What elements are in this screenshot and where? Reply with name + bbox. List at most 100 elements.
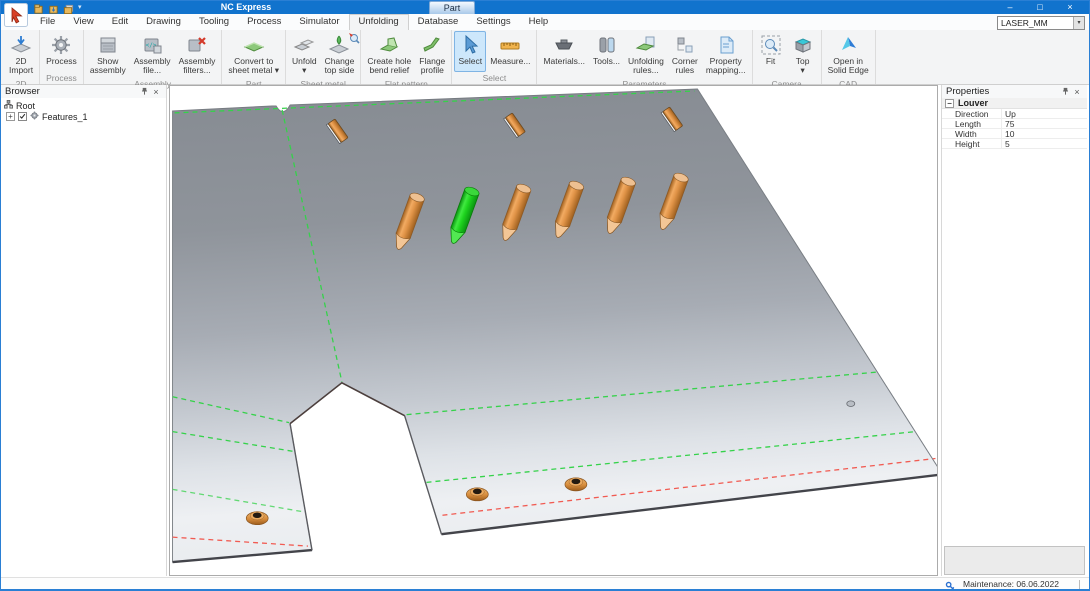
import-2d-icon [9, 33, 33, 57]
pin-icon[interactable] [1059, 86, 1071, 97]
close-icon[interactable]: × [1071, 86, 1083, 97]
menu-file[interactable]: File [31, 14, 64, 30]
round-hole[interactable] [847, 401, 855, 407]
ribbon-button-label: Measure... [490, 57, 530, 66]
ribbon-group-camera: FitTop▾Camera [753, 30, 822, 84]
ribbon-button-label: Select [458, 57, 482, 66]
menu-process[interactable]: Process [238, 14, 290, 30]
grommet[interactable] [565, 478, 587, 491]
assembly-file-button[interactable]: </>Assemblyfile... [130, 31, 175, 78]
menu-view[interactable]: View [64, 14, 102, 30]
viewport-3d[interactable] [169, 85, 938, 576]
open-in-solid-edge-button[interactable]: Open inSolid Edge [824, 31, 873, 78]
materials-button[interactable]: Materials... [539, 31, 589, 78]
quick-access-overflow-icon[interactable]: ▾ [78, 2, 82, 13]
property-label: Width [942, 129, 1001, 138]
browser-panel: Browser × Root+ Features_1 [1, 85, 167, 576]
assembly-filters-button[interactable]: Assemblyfilters... [175, 31, 220, 78]
property-label: Height [942, 139, 1001, 148]
corner-rules-button[interactable]: Cornerrules [668, 31, 702, 78]
pin-icon[interactable] [138, 86, 150, 97]
document-tab-part[interactable]: Part [429, 1, 475, 14]
menu-database[interactable]: Database [409, 14, 468, 30]
property-group-louver[interactable]: − Louver [942, 98, 1087, 109]
menu-unfolding[interactable]: Unfolding [349, 14, 409, 30]
unfolding-rules-button[interactable]: Unfoldingrules... [624, 31, 668, 78]
ribbon-button-label: Changetop side [325, 57, 355, 76]
ribbon-button-label: Unfold▾ [292, 57, 317, 76]
chevron-down-icon[interactable]: ▾ [1073, 17, 1084, 29]
properties-panel-header: Properties × [942, 85, 1087, 98]
menu-help[interactable]: Help [520, 14, 558, 30]
menu-tooling[interactable]: Tooling [190, 14, 238, 30]
property-mapping-icon [714, 33, 738, 57]
measure-button[interactable]: Measure... [486, 31, 534, 72]
close-icon[interactable]: × [150, 86, 162, 97]
expander-icon[interactable]: + [6, 112, 15, 121]
process-button[interactable]: Process [42, 31, 81, 72]
close-button[interactable]: × [1055, 1, 1085, 14]
statusbar-separator [1079, 580, 1080, 589]
tools-button[interactable]: Tools... [589, 31, 624, 78]
property-mapping-button[interactable]: Propertymapping... [702, 31, 750, 78]
save-all-icon[interactable] [63, 2, 74, 13]
grommet[interactable] [246, 512, 268, 525]
hole-relief-icon [377, 33, 401, 57]
unfold-button[interactable]: Unfold▾ [288, 31, 321, 78]
technology-selector[interactable]: LASER_MM ▾ [997, 16, 1085, 30]
property-row-length[interactable]: Length75 [942, 119, 1087, 129]
ribbon-group-2d: 2DImport2D [3, 30, 40, 84]
fit-button[interactable]: Fit [755, 31, 787, 78]
select-button[interactable]: Select [454, 31, 486, 72]
ribbon-group-caption: Process [42, 72, 81, 84]
menu-drawing[interactable]: Drawing [137, 14, 190, 30]
property-label: Length [942, 119, 1001, 128]
zoom-selection-icon[interactable] [348, 32, 361, 45]
collapse-icon[interactable]: − [945, 99, 954, 108]
grommet[interactable] [466, 488, 488, 501]
app-logo-icon[interactable] [4, 3, 28, 27]
materials-icon [552, 33, 576, 57]
maximize-button[interactable]: □ [1025, 1, 1055, 14]
quick-access-toolbar: ▾ [33, 2, 82, 13]
property-row-height[interactable]: Height5 [942, 139, 1087, 149]
tree-item-label: Features_1 [42, 112, 88, 122]
create-hole-bend-relief-button[interactable]: Create holebend relief [363, 31, 415, 78]
sheet-metal-part[interactable] [173, 89, 937, 562]
property-value[interactable]: 10 [1001, 129, 1087, 138]
2d-import-button[interactable]: 2DImport [5, 31, 37, 78]
properties-panel: Properties × − Louver DirectionUpLength7… [941, 85, 1087, 576]
menu-settings[interactable]: Settings [467, 14, 519, 30]
tree-item-features_1[interactable]: + Features_1 [4, 111, 166, 122]
ribbon-button-label: Assemblyfile... [134, 57, 171, 76]
menu-edit[interactable]: Edit [103, 14, 137, 30]
minimize-button[interactable]: – [995, 1, 1025, 14]
property-value[interactable]: Up [1001, 109, 1087, 118]
ribbon-button-label: Flangeprofile [419, 57, 445, 76]
app-window: NC Express – □ × Part ▾ FileViewEditDraw… [0, 0, 1090, 591]
ribbon-button-label: Create holebend relief [367, 57, 411, 76]
flange-profile-button[interactable]: Flangeprofile [415, 31, 449, 78]
tree-item-root[interactable]: Root [4, 100, 166, 111]
ribbon-group-part: Convert tosheet metal ▾Part [222, 30, 286, 84]
ribbon-button-label: Materials... [543, 57, 585, 66]
convert-to-sheet-metal-button[interactable]: Convert tosheet metal ▾ [224, 31, 283, 78]
property-value[interactable]: 5 [1001, 139, 1087, 148]
flange-profile-icon [420, 33, 444, 57]
visibility-checkbox[interactable] [18, 112, 27, 121]
convert-sheet-icon [242, 33, 266, 57]
sheet-face[interactable] [173, 89, 937, 562]
feature-icon [30, 111, 39, 122]
top-button[interactable]: Top▾ [787, 31, 819, 78]
property-row-width[interactable]: Width10 [942, 129, 1087, 139]
show-assembly-button[interactable]: Showassembly [86, 31, 130, 78]
property-row-direction[interactable]: DirectionUp [942, 109, 1087, 119]
save-icon[interactable] [48, 2, 59, 13]
ribbon-button-label: Fit [766, 57, 775, 66]
measure-icon [498, 33, 522, 57]
menu-simulator[interactable]: Simulator [290, 14, 348, 30]
new-document-icon[interactable] [33, 2, 44, 13]
browser-panel-header: Browser × [1, 85, 166, 98]
property-value[interactable]: 75 [1001, 119, 1087, 128]
statusbar: Maintenance: 06.06.2022 [1, 577, 1089, 590]
